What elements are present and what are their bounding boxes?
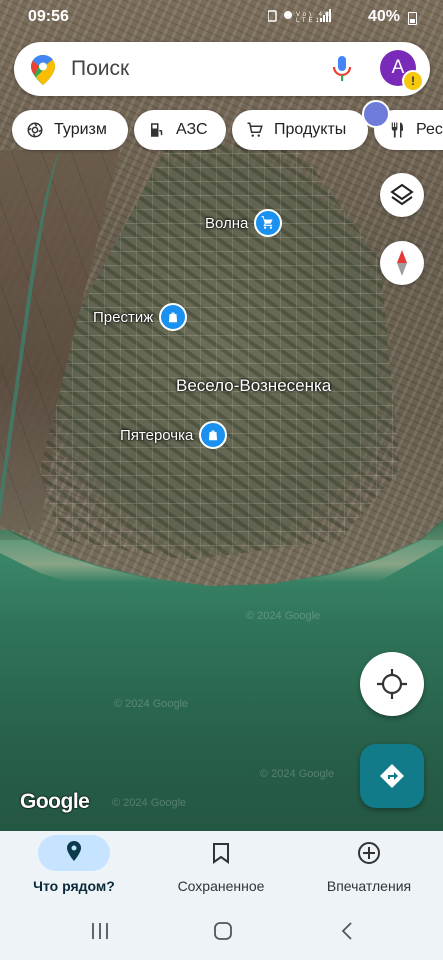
bottom-navigation: Что рядом? Сохраненное Впечатления bbox=[0, 831, 443, 903]
maps-logo-icon bbox=[31, 55, 55, 90]
battery-percent: 40% bbox=[368, 8, 401, 25]
gas-station-icon bbox=[148, 121, 166, 139]
camera-landmark-icon bbox=[26, 121, 44, 139]
poi-label: Волна bbox=[205, 214, 249, 232]
nav-label: Сохраненное bbox=[177, 878, 265, 894]
chip-label: Рест bbox=[416, 121, 443, 138]
nav-label: Впечатления bbox=[326, 878, 412, 894]
system-navigation-bar bbox=[0, 903, 443, 960]
shopping-bag-icon bbox=[159, 303, 188, 331]
add-circle-icon bbox=[333, 835, 405, 871]
microphone-icon[interactable] bbox=[332, 56, 352, 87]
battery-icon bbox=[408, 12, 417, 25]
chip-label: Продукты bbox=[274, 121, 347, 138]
directions-icon bbox=[380, 764, 404, 788]
bookmark-icon bbox=[185, 835, 257, 871]
signal-icon: Vo) 4G LTE1 bbox=[267, 9, 331, 24]
town-label: Весело-Вознесенка bbox=[176, 376, 332, 395]
chip-gas-station[interactable]: АЗС bbox=[134, 110, 226, 150]
directions-button[interactable] bbox=[360, 744, 424, 808]
map-watermark: © 2024 Google bbox=[246, 610, 321, 622]
search-bar[interactable]: Поиск A ! bbox=[14, 42, 430, 96]
poi-label: Пятерочка bbox=[120, 426, 194, 444]
shopping-cart-icon bbox=[246, 121, 264, 139]
status-time: 09:56 bbox=[28, 8, 69, 25]
nav-contribute[interactable]: Впечатления bbox=[299, 831, 439, 903]
compass-icon bbox=[397, 250, 407, 276]
home-icon[interactable] bbox=[213, 921, 233, 946]
fork-knife-icon bbox=[388, 121, 406, 139]
chip-label: Туризм bbox=[54, 121, 107, 138]
poi-volna[interactable]: Волна bbox=[205, 209, 283, 237]
gas-station-marker[interactable] bbox=[362, 100, 390, 128]
chip-groceries[interactable]: Продукты bbox=[232, 110, 368, 150]
poi-label: Престиж bbox=[93, 308, 154, 326]
crosshair-icon bbox=[377, 669, 407, 699]
poi-prestizh[interactable]: Престиж bbox=[93, 303, 188, 331]
my-location-button[interactable] bbox=[360, 652, 424, 716]
map-watermark: © 2024 Google bbox=[114, 698, 189, 710]
nav-explore[interactable]: Что рядом? bbox=[4, 831, 144, 903]
status-bar: 09:56 Vo) 4G LTE1 40% bbox=[0, 0, 443, 34]
layers-button[interactable] bbox=[380, 173, 424, 217]
chip-tourism[interactable]: Туризм bbox=[12, 110, 128, 150]
nav-label: Что рядом? bbox=[33, 878, 115, 894]
poi-pyaterochka[interactable]: Пятерочка bbox=[120, 421, 228, 449]
network-status: Vo) 4G LTE1 bbox=[267, 9, 338, 26]
search-input[interactable]: Поиск bbox=[71, 57, 129, 81]
google-attribution: Google bbox=[20, 790, 90, 813]
compass-button[interactable] bbox=[380, 241, 424, 285]
svg-text:LTE1: LTE1 bbox=[296, 18, 322, 23]
chip-label: АЗС bbox=[176, 121, 208, 138]
shopping-cart-icon bbox=[254, 209, 283, 237]
shopping-bag-icon bbox=[199, 421, 228, 449]
map-watermark: © 2024 Google bbox=[260, 768, 335, 780]
layers-icon bbox=[390, 183, 414, 206]
back-icon[interactable] bbox=[338, 921, 358, 946]
map-watermark: © 2024 Google bbox=[112, 797, 187, 809]
warning-icon: ! bbox=[402, 70, 424, 92]
recent-apps-icon[interactable] bbox=[90, 921, 110, 946]
nav-saved[interactable]: Сохраненное bbox=[151, 831, 291, 903]
location-pin-icon bbox=[38, 835, 110, 871]
